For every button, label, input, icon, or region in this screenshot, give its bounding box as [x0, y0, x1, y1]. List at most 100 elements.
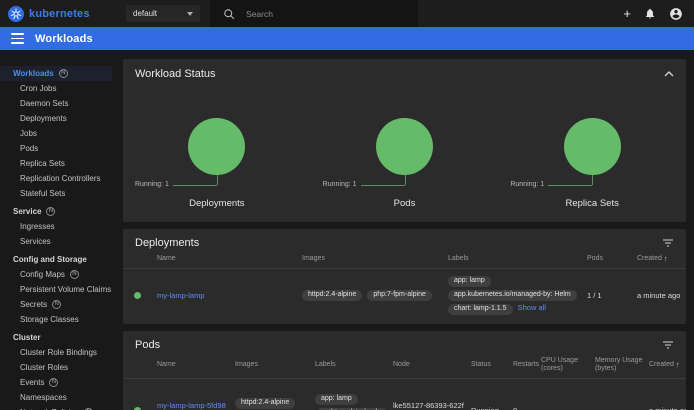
filter-icon[interactable] — [662, 238, 674, 248]
sidebar-nav: Workloads N Cron Jobs Daemon Sets Deploy… — [0, 50, 112, 410]
sidebar-item-replication-controllers[interactable]: Replication Controllers — [0, 171, 112, 186]
sidebar-item-namespaces[interactable]: Namespaces — [0, 390, 112, 405]
sidebar-item-secrets[interactable]: Secrets N — [0, 297, 112, 312]
workload-status-card: Workload Status Running: 1 Deployments — [123, 59, 686, 222]
deployment-labels-cell: app: lamp app.kubernetes.io/managed-by: … — [448, 274, 587, 316]
show-all-labels-link[interactable]: Show all — [518, 303, 546, 312]
sidebar-item-pods[interactable]: Pods — [0, 141, 112, 156]
sidebar-section-config-and-storage: Config and Storage — [0, 252, 112, 267]
add-resource-icon[interactable]: + — [623, 7, 631, 20]
sidebar-item-label: Workloads — [13, 69, 54, 78]
sidebar-item-label: Daemon Sets — [20, 99, 68, 108]
deployments-card-title: Deployments — [135, 237, 199, 249]
namespace-selector[interactable]: default — [126, 5, 200, 22]
sidebar-section-cluster: Cluster — [0, 330, 112, 345]
col-header-restarts: Restarts — [513, 361, 541, 369]
pod-labels-cell: app: lamp pod-template-hash: 5fd985cf68 — [315, 392, 393, 410]
col-header-created[interactable]: Created ↑ — [637, 255, 686, 263]
chart-title: Deployments — [123, 198, 311, 209]
col-header-created[interactable]: Created ↑ — [649, 361, 686, 369]
sidebar-item-persistent-volume-claims[interactable]: Persistent Volume Claims N — [0, 282, 112, 297]
workload-chart-pods: Running: 1 Pods — [311, 118, 499, 209]
col-header-name[interactable]: Name — [157, 255, 302, 263]
pod-memory-cell: - — [595, 406, 649, 410]
chart-title: Replica Sets — [498, 198, 686, 209]
sidebar-item-ingresses[interactable]: Ingresses — [0, 219, 112, 234]
pod-name-link[interactable]: my-lamp-lamp-5fd985cf68-jwvz4 — [157, 401, 226, 410]
sidebar-item-label: Jobs — [20, 129, 37, 138]
namespaced-badge: N — [49, 378, 58, 387]
namespaced-badge: N — [70, 270, 79, 279]
sidebar-item-label: Service — [13, 207, 41, 216]
sidebar-item-label: Storage Classes — [20, 315, 79, 324]
workload-chart-replica-sets: Running: 1 Replica Sets — [498, 118, 686, 209]
pod-created-cell: a minute ago — [649, 406, 686, 410]
pie-chart-deployments — [188, 118, 245, 175]
pod-images-cell: httpd:2.4-alpine php:7-fpm-alpine — [235, 396, 315, 410]
chart-title: Pods — [311, 198, 499, 209]
collapse-chevron-up-icon[interactable] — [664, 71, 674, 77]
sidebar-item-workloads[interactable]: Workloads N — [0, 66, 112, 81]
image-chip: php:7-fpm-alpine — [367, 290, 432, 301]
sidebar-item-cron-jobs[interactable]: Cron Jobs — [0, 81, 112, 96]
namespaced-badge: N — [52, 300, 61, 309]
sidebar-section-label: Cluster — [13, 333, 41, 342]
workload-status-title: Workload Status — [135, 68, 216, 80]
workload-status-charts: Running: 1 Deployments Running: 1 Pods — [123, 118, 686, 222]
sidebar-item-cluster-role-bindings[interactable]: Cluster Role Bindings — [0, 345, 112, 360]
sidebar-item-events[interactable]: Events N — [0, 375, 112, 390]
search-box[interactable] — [210, 0, 418, 27]
sidebar-item-label: Persistent Volume Claims — [20, 285, 111, 294]
sidebar-item-config-maps[interactable]: Config Maps N — [0, 267, 112, 282]
sidebar-item-label: Stateful Sets — [20, 189, 65, 198]
sidebar-item-stateful-sets[interactable]: Stateful Sets — [0, 186, 112, 201]
page-title: Workloads — [35, 33, 93, 45]
chart-legend: Running: 1 — [311, 175, 499, 196]
pod-status-cell: Running — [471, 406, 513, 410]
page-header-bar: Workloads — [0, 27, 694, 50]
deployments-card: Deployments Name Images Labels Pods Crea… — [123, 229, 686, 324]
leader-line — [361, 185, 405, 186]
sidebar-item-service[interactable]: Service N — [0, 204, 112, 219]
sidebar-item-label: Deployments — [20, 114, 67, 123]
legend-running-label: Running: 1 — [135, 181, 169, 188]
sidebar-item-label: Pods — [20, 144, 38, 153]
sidebar-item-deployments[interactable]: Deployments — [0, 111, 112, 126]
menu-icon[interactable] — [11, 33, 24, 43]
deployment-pods-cell: 1 / 1 — [587, 291, 637, 300]
chart-legend: Running: 1 — [498, 175, 686, 196]
deployment-table-row: my-lamp-lamp httpd:2.4-alpine php:7-fpm-… — [123, 269, 686, 324]
sidebar-item-label: Events — [20, 378, 44, 387]
filter-icon[interactable] — [662, 340, 674, 350]
col-header-pods: Pods — [587, 255, 637, 263]
deployment-name-link[interactable]: my-lamp-lamp — [157, 291, 205, 300]
label-chip: app: lamp — [448, 276, 491, 287]
sidebar-item-replica-sets[interactable]: Replica Sets — [0, 156, 112, 171]
leader-line — [173, 185, 217, 186]
image-chip: httpd:2.4-alpine — [235, 398, 295, 409]
sort-arrow-icon: ↑ — [676, 361, 680, 369]
chart-legend: Running: 1 — [123, 175, 311, 196]
sidebar-item-network-policies[interactable]: Network Policies N — [0, 405, 112, 410]
search-input[interactable] — [246, 9, 396, 19]
top-app-bar: kubernetes default + — [0, 0, 694, 27]
col-header-name[interactable]: Name — [157, 361, 235, 369]
sidebar-item-label: Cron Jobs — [20, 84, 56, 93]
sidebar-item-cluster-roles[interactable]: Cluster Roles — [0, 360, 112, 375]
sidebar-item-label: Replica Sets — [20, 159, 65, 168]
kubernetes-brand[interactable]: kubernetes — [8, 6, 110, 22]
sidebar-item-storage-classes[interactable]: Storage Classes — [0, 312, 112, 327]
leader-line — [405, 175, 406, 185]
leader-line — [217, 175, 218, 185]
namespaced-badge: N — [46, 207, 55, 216]
user-account-icon[interactable] — [669, 7, 683, 21]
sidebar-item-jobs[interactable]: Jobs — [0, 126, 112, 141]
workload-chart-deployments: Running: 1 Deployments — [123, 118, 311, 209]
sidebar-item-label: Services — [20, 237, 51, 246]
leader-line — [548, 185, 592, 186]
sidebar-item-services[interactable]: Services — [0, 234, 112, 249]
notifications-bell-icon[interactable] — [644, 7, 656, 20]
sidebar-item-daemon-sets[interactable]: Daemon Sets — [0, 96, 112, 111]
pod-restarts-cell: 0 — [513, 406, 541, 410]
brand-name: kubernetes — [29, 8, 90, 20]
